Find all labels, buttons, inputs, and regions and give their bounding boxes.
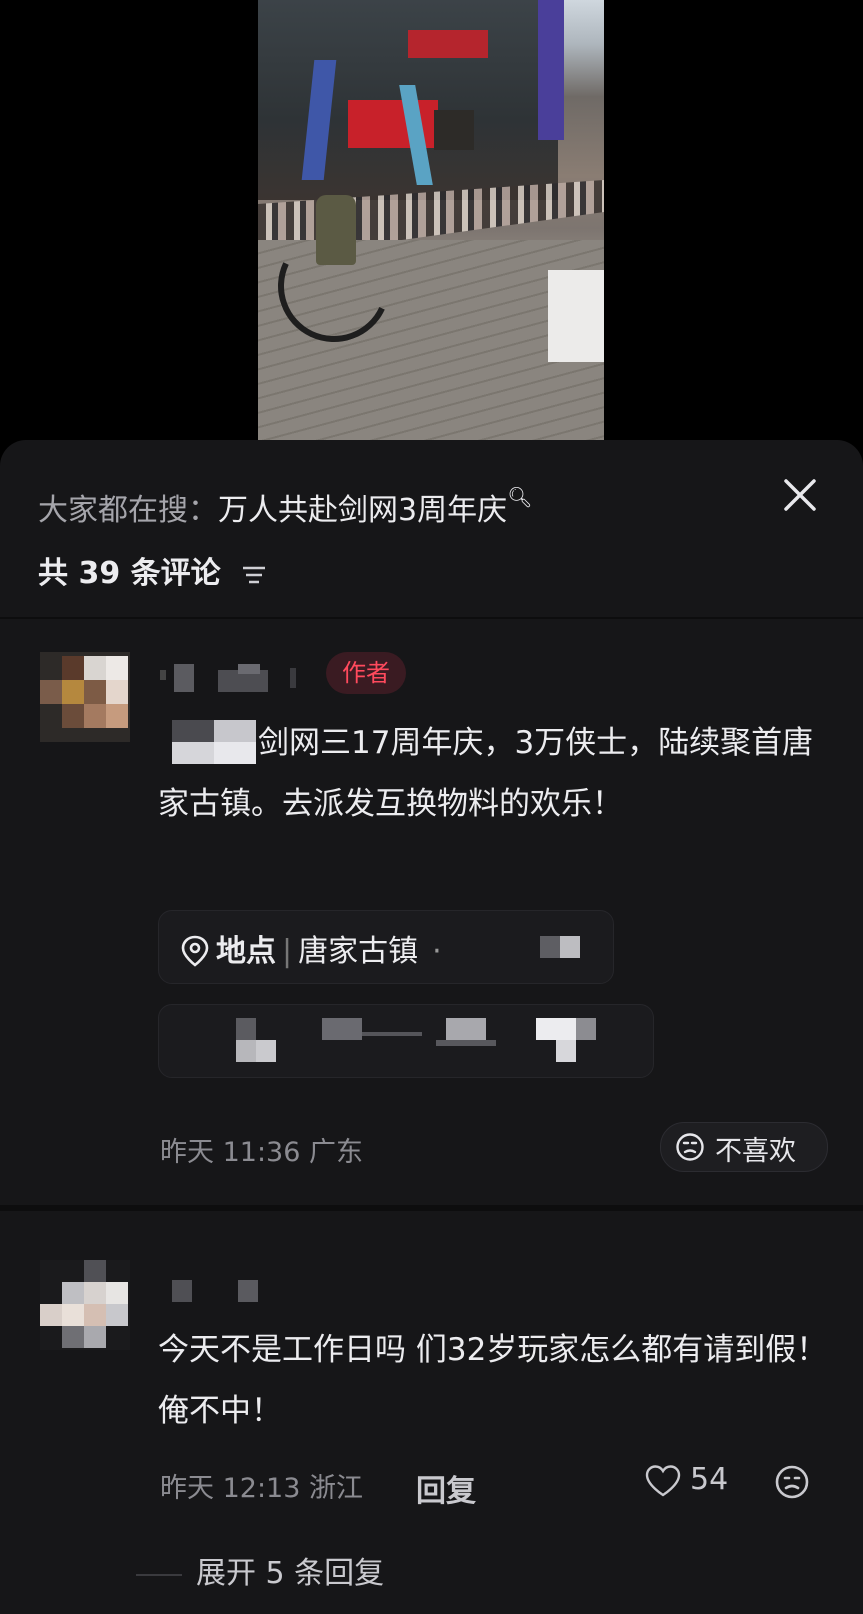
location-pin-icon [181,935,209,967]
location-value: 唐家古镇 [298,934,419,969]
photo-sign [434,110,474,150]
author-badge: 作者 [326,652,406,694]
search-icon[interactable]: 🔍︎ [507,485,532,509]
photo-sign [408,30,488,58]
expand-label: 展开 5 条回复 [196,1556,385,1591]
post-photo[interactable] [258,0,604,440]
comment-text: 剑网三17周年庆，3万侠士，陆续聚首唐家古镇。去派发互换物料的欢乐！ [158,725,814,822]
chip-content-redacted [236,1018,626,1064]
filter-icon[interactable] [241,564,267,586]
comment-time: 昨天 12:13 [160,1473,301,1504]
photo-white-box [548,270,604,362]
username-redacted[interactable] [160,664,310,692]
comment-count-label: 共 39 条评论 [38,556,221,591]
avatar[interactable] [40,652,130,742]
comment-count: 共 39 条评论 [38,548,267,592]
dislike-label: 不喜欢 [715,1136,796,1167]
search-prefix: 大家都在搜： [38,493,218,528]
location-extra-redacted [540,936,590,958]
like-count: 54 [690,1462,729,1497]
photo-flag [538,0,564,140]
location-label: 地点 [216,934,276,969]
expand-replies[interactable]: 展开 5 条回复 [136,1548,384,1592]
expand-line [136,1573,182,1576]
comment-divider [0,1205,863,1211]
location-chip-content[interactable]: 地点 | 唐家古镇 · [180,926,442,970]
comment-meta: 昨天 12:13 浙江 [160,1466,363,1505]
search-term[interactable]: 万人共赴剑网3周年庆 [218,493,507,528]
dislike-button[interactable]: 不喜欢 [660,1122,828,1172]
dislike-face-icon[interactable] [774,1464,810,1500]
dislike-face-icon [676,1133,704,1161]
avatar[interactable] [40,1260,130,1350]
heart-icon [645,1464,681,1496]
comment-region: 广东 [309,1137,363,1168]
reply-button[interactable]: 回复 [416,1466,476,1510]
comment-region: 浙江 [309,1473,363,1504]
like-button[interactable]: 54 [644,1462,728,1498]
search-suggestion[interactable]: 大家都在搜：万人共赴剑网3周年庆🔍︎ [38,485,532,529]
comment-meta: 昨天 11:36 广东 [160,1130,363,1169]
header-divider [0,617,863,619]
comment-text: 今天不是工作日吗 们32岁玩家怎么都有请到假！俺不中！ [158,1332,828,1429]
close-icon[interactable] [780,475,820,515]
username-redacted[interactable] [172,1280,272,1302]
comment-time: 昨天 11:36 [160,1137,301,1168]
